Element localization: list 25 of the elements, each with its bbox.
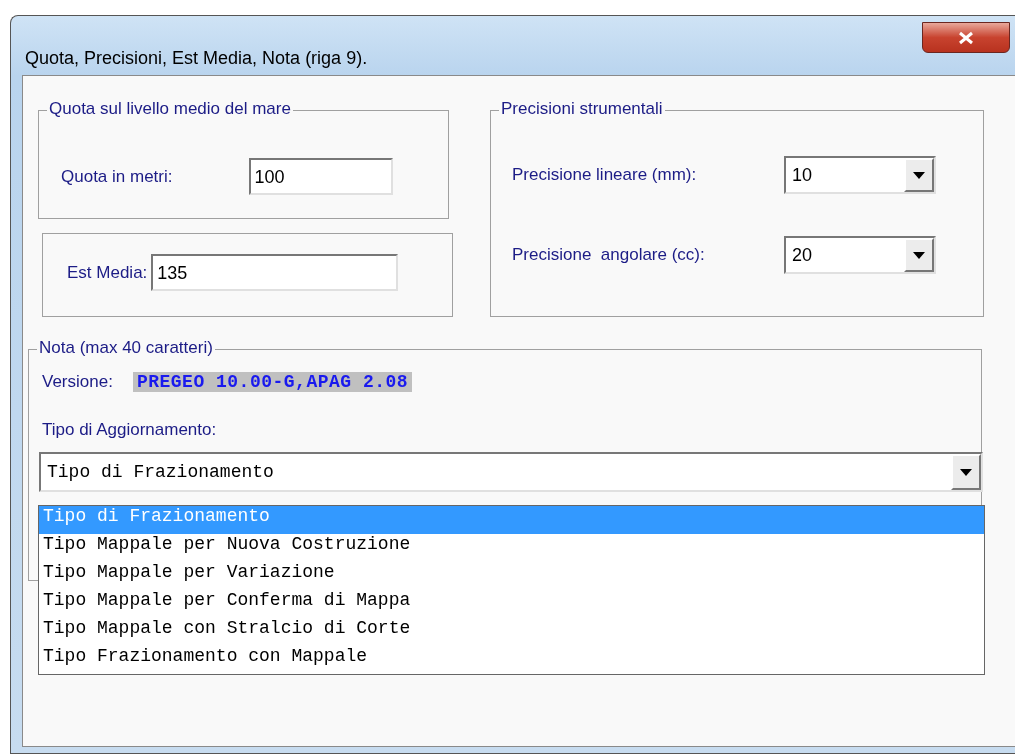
field-label: Versione: — [42, 372, 113, 392]
dropdown-option[interactable]: Tipo Mappale per Nuova Costruzione — [39, 534, 984, 562]
field-label: Est Media: — [67, 262, 148, 283]
dropdown-field[interactable]: 20 — [784, 236, 936, 274]
dropdown-option[interactable]: Tipo Mappale con Stralcio di Corte — [39, 618, 984, 646]
field-label: Precisione angolare (cc): — [512, 245, 705, 265]
dropdown-option[interactable]: Tipo Frazionamento con Mappale — [39, 646, 984, 674]
dropdown-option[interactable]: Tipo Mappale per Variazione — [39, 562, 984, 590]
field-label: Tipo di Aggiornamento: — [42, 420, 218, 440]
close-icon — [957, 30, 975, 45]
dropdown-arrow-icon — [913, 251, 925, 259]
field-label: Quota in metri: — [61, 166, 173, 187]
close-button[interactable] — [922, 22, 1010, 53]
dropdown-field[interactable]: Tipo di Frazionamento — [39, 452, 983, 492]
group-legend: Quota sul livello medio del mare — [47, 99, 293, 119]
dropdown-arrow-icon — [913, 171, 925, 179]
input-field[interactable]: 100 — [248, 158, 393, 195]
group-legend: Nota (max 40 caratteri) — [37, 338, 215, 358]
field-label: Precisione lineare (mm): — [512, 165, 697, 185]
dropdown-arrow-icon — [960, 468, 972, 476]
window-title: Quota, Precisioni, Est Media, Nota (riga 9). — [25, 48, 368, 69]
input-field[interactable]: 135 — [151, 254, 399, 291]
dropdown-option[interactable]: Tipo Mappale per Conferma di Mappa — [39, 590, 984, 618]
dropdown-field[interactable]: 10 — [784, 156, 936, 194]
version-value: PREGEO 10.00-G,APAG 2.08 — [132, 372, 413, 392]
